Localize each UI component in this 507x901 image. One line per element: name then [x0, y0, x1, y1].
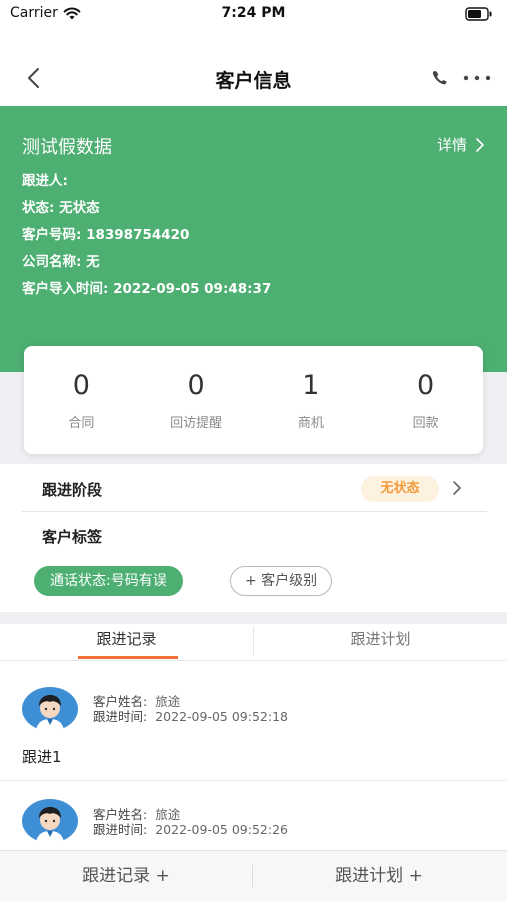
chevron-right-icon: [476, 137, 484, 152]
follow-stage-label: 跟进阶段: [42, 481, 103, 499]
field-follower: 跟进人:: [22, 173, 68, 189]
field-company: 公司名称: 无: [22, 254, 100, 270]
avatar: [22, 687, 78, 731]
phone-icon[interactable]: [430, 68, 450, 88]
stat-label: 合同: [68, 416, 95, 431]
follow-stage-row[interactable]: 跟进阶段 无状态: [0, 464, 507, 512]
divider: [22, 511, 487, 512]
record-customer-name: 客户姓名: 旅途: [93, 694, 181, 709]
field-status: 状态: 无状态: [22, 200, 100, 216]
stat-label: 回款: [412, 416, 439, 431]
record-meta: 客户姓名: 旅途 跟进时间: 2022-09-05 09:52:26: [93, 807, 288, 837]
field-import-time: 客户导入时间: 2022-09-05 09:48:37: [22, 281, 272, 297]
customer-fields: 跟进人: 状态: 无状态 客户号码: 18398754420 公司名称: 无 客…: [22, 168, 271, 303]
bottom-action-bar: 跟进记录 + 跟进计划 +: [0, 850, 507, 901]
chevron-right-icon: [453, 481, 461, 495]
add-follow-record-button[interactable]: 跟进记录 +: [0, 851, 252, 901]
call-status-tag[interactable]: 通话状态:号码有误: [34, 566, 183, 596]
customer-tags-title: 客户标签: [42, 528, 103, 546]
record-customer-name: 客户姓名: 旅途: [93, 807, 181, 822]
stats-card: 0 合同 0 回访提醒 1 商机 0 回款: [24, 346, 483, 454]
tab-bar: 跟进记录 跟进计划: [0, 624, 507, 661]
tab-follow-plans[interactable]: 跟进计划: [254, 624, 507, 660]
stat-value: 1: [302, 370, 320, 401]
section-gap: [0, 612, 507, 624]
stat-value: 0: [417, 370, 435, 401]
stat-opportunities[interactable]: 1 商机: [254, 346, 369, 454]
field-phone: 客户号码: 18398754420: [22, 227, 190, 243]
stat-label: 商机: [297, 416, 324, 431]
detail-link[interactable]: 详情: [437, 134, 485, 155]
stat-reminders[interactable]: 0 回访提醒: [139, 346, 254, 454]
stat-label: 回访提醒: [170, 416, 223, 431]
customer-name: 测试假数据: [22, 137, 112, 158]
stat-value: 0: [72, 370, 90, 401]
tab-follow-records[interactable]: 跟进记录: [0, 624, 253, 660]
battery-icon: [465, 6, 493, 25]
add-follow-plan-button[interactable]: 跟进计划 +: [253, 851, 505, 901]
detail-link-label: 详情: [436, 136, 467, 154]
stat-contracts[interactable]: 0 合同: [24, 346, 139, 454]
list-item[interactable]: 客户姓名: 旅途 跟进时间: 2022-09-05 09:52:18 跟进1: [0, 661, 507, 781]
list-item[interactable]: 客户姓名: 旅途 跟进时间: 2022-09-05 09:52:26: [0, 781, 507, 850]
record-follow-time: 跟进时间: 2022-09-05 09:52:18: [93, 709, 288, 724]
record-follow-time: 跟进时间: 2022-09-05 09:52:26: [93, 822, 288, 837]
stat-payments[interactable]: 0 回款: [368, 346, 483, 454]
customer-header: 测试假数据 详情 跟进人: 状态: 无状态 客户号码: 18398754420 …: [0, 106, 507, 372]
record-meta: 客户姓名: 旅途 跟进时间: 2022-09-05 09:52:18: [93, 694, 288, 724]
record-content: 跟进1: [22, 748, 62, 766]
avatar: [22, 799, 78, 843]
nav-bar: 客户信息: [0, 50, 507, 106]
add-customer-level-button[interactable]: + 客户级别: [230, 566, 333, 596]
active-tab-indicator: [78, 656, 178, 659]
status-bar: Carrier 7:24 PM: [0, 0, 507, 28]
status-time: 7:24 PM: [221, 5, 286, 21]
more-icon[interactable]: [462, 68, 492, 88]
status-badge: 无状态: [361, 476, 439, 502]
stat-value: 0: [187, 370, 205, 401]
